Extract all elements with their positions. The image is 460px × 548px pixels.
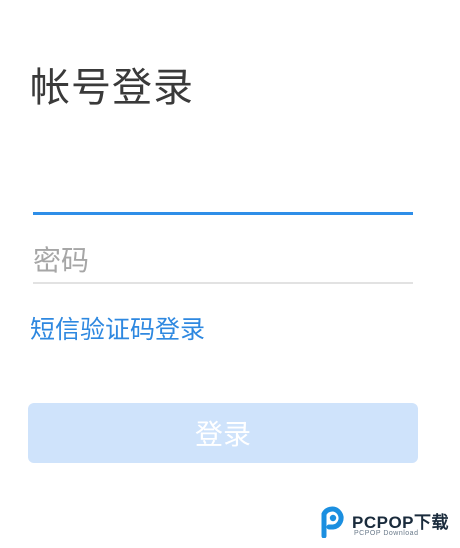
pcpop-logo-icon — [321, 506, 344, 538]
watermark: PCPOP下载 PCPOP Download — [318, 504, 458, 544]
password-input[interactable] — [33, 238, 413, 284]
account-input[interactable] — [33, 168, 413, 215]
sms-login-link[interactable]: 短信验证码登录 — [30, 312, 205, 348]
watermark-subtitle: PCPOP Download — [354, 530, 419, 537]
login-button[interactable]: 登录 — [28, 403, 418, 463]
page-title: 帐号登录 — [30, 65, 194, 111]
